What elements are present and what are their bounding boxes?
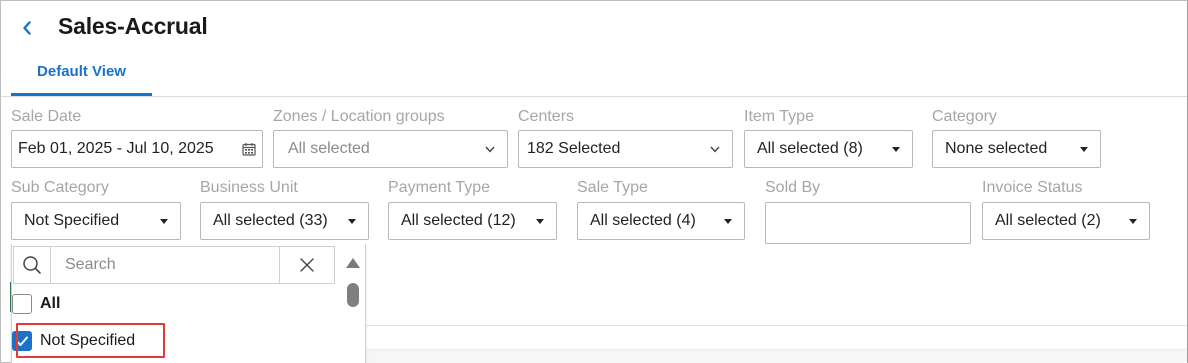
back-button[interactable] (17, 18, 37, 38)
checkbox-unchecked[interactable] (12, 294, 32, 314)
payment-type-value: All selected (12) (401, 212, 516, 229)
category-value: None selected (945, 140, 1048, 157)
dropdown-option-all[interactable]: All (12, 294, 60, 314)
category-label: Category (932, 108, 997, 125)
dropdown-search-input[interactable] (63, 255, 279, 275)
tab-divider (1, 96, 1187, 97)
sale-type-value: All selected (4) (590, 212, 696, 229)
sold-by-input[interactable] (765, 202, 971, 244)
category-select[interactable]: None selected (932, 130, 1101, 168)
caret-down-icon (724, 218, 732, 224)
centers-select[interactable]: 182 Selected (518, 130, 733, 168)
chevron-left-icon (23, 21, 31, 35)
page-title: Sales-Accrual (58, 13, 208, 39)
zones-value: All selected (288, 140, 370, 157)
section-divider (366, 325, 1187, 326)
table-header-strip (366, 349, 1187, 363)
sale-date-value: Feb 01, 2025 - Jul 10, 2025 (18, 140, 214, 157)
chevron-down-icon (485, 146, 495, 153)
tab-label: Default View (37, 63, 126, 80)
caret-down-icon (348, 218, 356, 224)
item-type-label: Item Type (744, 108, 814, 125)
item-type-select[interactable]: All selected (8) (744, 130, 913, 168)
search-icon (14, 247, 51, 283)
caret-down-icon (1080, 146, 1088, 152)
sub-category-value: Not Specified (24, 212, 120, 229)
centers-label: Centers (518, 108, 575, 125)
zones-label: Zones / Location groups (273, 108, 445, 125)
payment-type-label: Payment Type (388, 179, 490, 196)
option-label: All (40, 295, 61, 312)
clear-search-button[interactable] (280, 247, 334, 283)
check-icon (16, 336, 28, 346)
sale-type-select[interactable]: All selected (4) (577, 202, 745, 240)
sale-date-label: Sale Date (11, 108, 82, 125)
option-label: Not Specified (40, 332, 136, 349)
payment-type-select[interactable]: All selected (12) (388, 202, 557, 240)
centers-value: 182 Selected (527, 140, 621, 157)
chevron-down-icon (710, 146, 720, 153)
calendar-icon (242, 143, 256, 156)
dropdown-search (13, 246, 335, 284)
sale-type-label: Sale Type (577, 179, 648, 196)
checkbox-checked[interactable] (12, 331, 32, 351)
item-type-value: All selected (8) (757, 140, 863, 157)
business-unit-label: Business Unit (200, 179, 298, 196)
sale-date-picker[interactable]: Feb 01, 2025 - Jul 10, 2025 (11, 130, 263, 168)
caret-down-icon (1129, 218, 1137, 224)
caret-down-icon (892, 146, 900, 152)
business-unit-select[interactable]: All selected (33) (200, 202, 369, 240)
tab-default-view[interactable]: Default View (11, 56, 152, 96)
business-unit-value: All selected (33) (213, 212, 328, 229)
caret-down-icon (536, 218, 544, 224)
dropdown-option-not-specified[interactable]: Not Specified (12, 331, 135, 351)
sub-category-select[interactable]: Not Specified (11, 202, 181, 240)
scroll-up-arrow-icon[interactable] (346, 258, 360, 268)
scrollbar-thumb[interactable] (347, 283, 359, 307)
invoice-status-select[interactable]: All selected (2) (982, 202, 1150, 240)
caret-down-icon (160, 218, 168, 224)
close-icon (300, 258, 314, 272)
zones-select[interactable]: All selected (273, 130, 508, 168)
sub-category-label: Sub Category (11, 179, 109, 196)
invoice-status-label: Invoice Status (982, 179, 1083, 196)
invoice-status-value: All selected (2) (995, 212, 1101, 229)
sold-by-label: Sold By (765, 179, 821, 196)
